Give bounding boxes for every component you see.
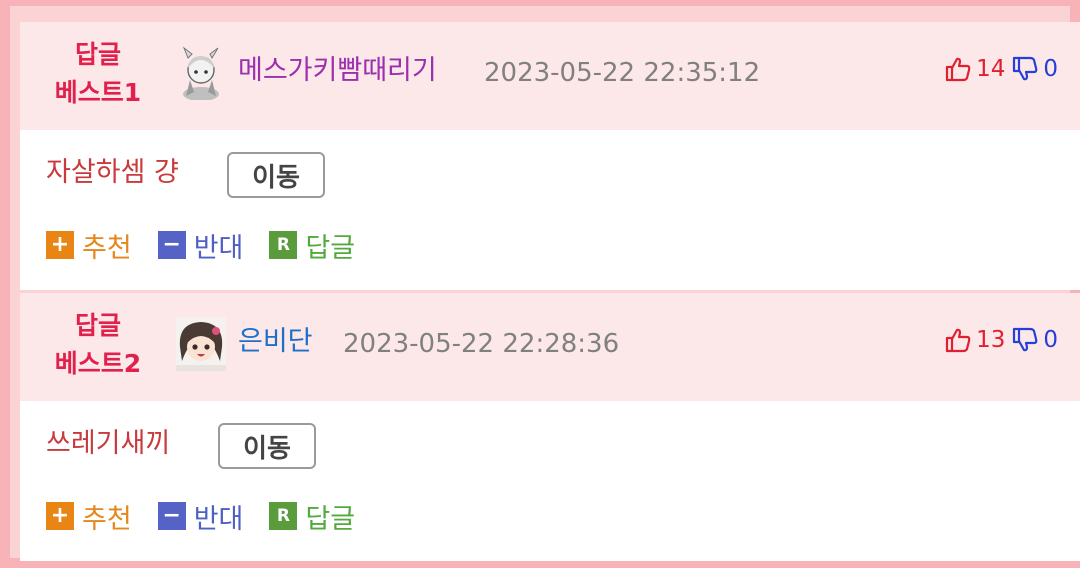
reply-header: 답글 베스트2 은비단 2023-05-22 22:28:36 13 0 bbox=[20, 293, 1080, 401]
best-reply-card-2: 답글 베스트2 은비단 2023-05-22 22:28:36 13 0 쓰레기… bbox=[20, 293, 1080, 561]
recommend-label: 추천 bbox=[82, 503, 132, 535]
vote-counts: 14 0 bbox=[944, 52, 1058, 86]
reply-content: 자살하셈 걍 bbox=[46, 157, 179, 188]
plus-icon: + bbox=[46, 502, 74, 530]
reply-actions: + 추천 − 반대 R 답글 bbox=[46, 497, 381, 536]
plus-icon: + bbox=[46, 231, 74, 259]
rank-line-2: 베스트1 bbox=[54, 78, 142, 107]
down-count: 0 bbox=[1043, 56, 1058, 82]
reply-label: 답글 bbox=[305, 232, 356, 264]
vote-counts: 13 0 bbox=[944, 323, 1058, 357]
up-count: 13 bbox=[976, 327, 1006, 353]
rank-line-1: 답글 bbox=[74, 40, 121, 69]
reply-content: 쓰레기새끼 bbox=[46, 428, 171, 459]
oppose-button[interactable]: − 반대 bbox=[157, 226, 244, 265]
nickname[interactable]: 메스가키빰때리기 bbox=[238, 54, 437, 88]
minus-icon: − bbox=[157, 231, 186, 259]
recommend-label: 추천 bbox=[82, 232, 132, 264]
reply-button[interactable]: R 답글 bbox=[269, 226, 355, 265]
oppose-label: 반대 bbox=[193, 232, 244, 264]
timestamp: 2023-05-22 22:28:36 bbox=[343, 329, 620, 359]
oppose-label: 반대 bbox=[193, 503, 244, 535]
reply-r-icon: R bbox=[269, 502, 298, 530]
reply-r-icon: R bbox=[269, 231, 298, 259]
nickname[interactable]: 은비단 bbox=[238, 325, 313, 359]
up-count: 14 bbox=[976, 56, 1006, 82]
recommend-button[interactable]: + 추천 bbox=[46, 226, 132, 265]
reply-label: 답글 bbox=[305, 503, 356, 535]
move-button[interactable]: 이동 bbox=[218, 423, 316, 469]
timestamp: 2023-05-22 22:35:12 bbox=[484, 58, 761, 88]
avatar[interactable] bbox=[176, 46, 226, 101]
reply-button[interactable]: R 답글 bbox=[269, 497, 355, 536]
recommend-button[interactable]: + 추천 bbox=[46, 497, 132, 536]
best-reply-card-1: 답글 베스트1 메스가키빰때리기 2023-05-22 22:35:12 14 … bbox=[20, 22, 1080, 290]
best-replies-panel: 답글 베스트1 메스가키빰때리기 2023-05-22 22:35:12 14 … bbox=[0, 0, 1080, 568]
down-count: 0 bbox=[1043, 327, 1058, 353]
thumbs-down-icon[interactable] bbox=[1011, 326, 1039, 354]
thumbs-up-icon[interactable] bbox=[944, 55, 972, 83]
move-button[interactable]: 이동 bbox=[227, 152, 325, 198]
minus-icon: − bbox=[157, 502, 186, 530]
thumbs-down-icon[interactable] bbox=[1011, 55, 1039, 83]
rank-line-2: 베스트2 bbox=[54, 349, 142, 378]
best-rank-label: 답글 베스트1 bbox=[48, 36, 148, 112]
rank-line-1: 답글 bbox=[74, 311, 121, 340]
reply-header: 답글 베스트1 메스가키빰때리기 2023-05-22 22:35:12 14 … bbox=[20, 22, 1080, 130]
thumbs-up-icon[interactable] bbox=[944, 326, 972, 354]
best-rank-label: 답글 베스트2 bbox=[48, 307, 148, 383]
oppose-button[interactable]: − 반대 bbox=[157, 497, 244, 536]
reply-actions: + 추천 − 반대 R 답글 bbox=[46, 226, 381, 265]
avatar[interactable] bbox=[176, 317, 226, 371]
